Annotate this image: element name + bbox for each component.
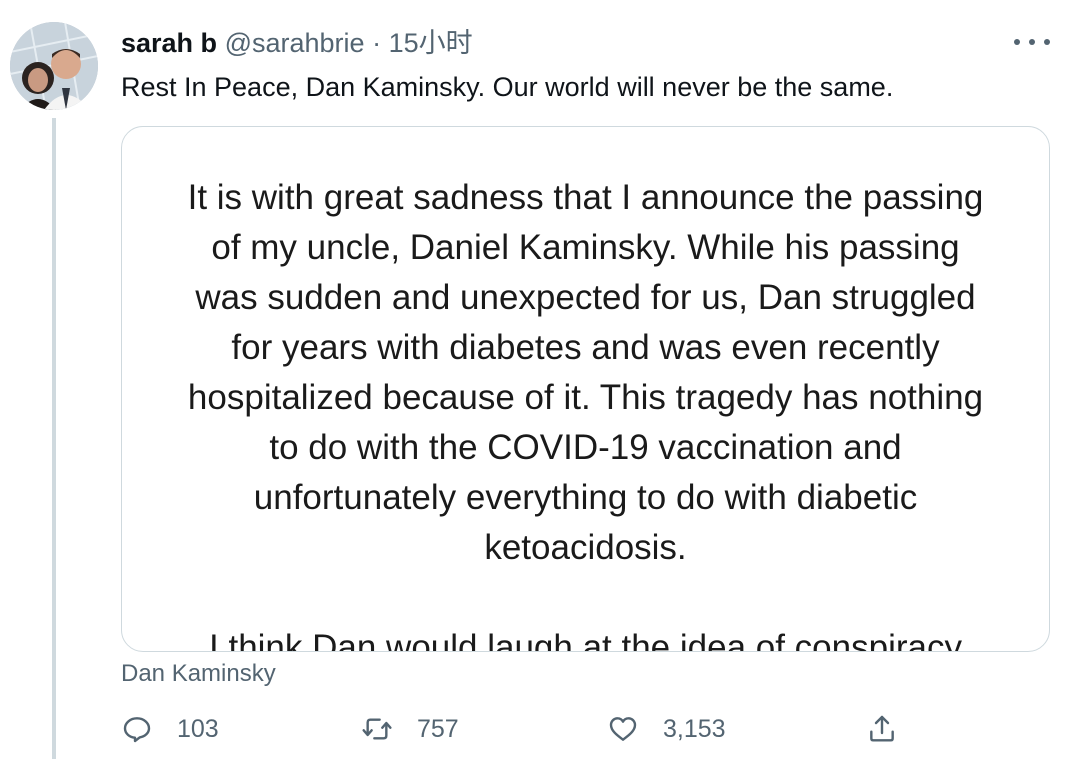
separator-dot: · (372, 28, 382, 58)
media-paragraph: It is with great sadness that I announce… (187, 178, 984, 567)
retweet-icon (362, 718, 392, 740)
more-dot (1044, 39, 1050, 45)
tweet-timestamp[interactable]: 15小时 (389, 28, 473, 58)
media-paragraph-partial: I think Dan would laugh at the idea of c… (209, 628, 962, 652)
avatar-photo (10, 22, 98, 110)
retweet-count: 757 (417, 714, 459, 743)
share-icon (870, 715, 894, 742)
reply-count: 103 (177, 714, 219, 743)
more-dot (1029, 39, 1035, 45)
reply-icon (123, 717, 151, 743)
like-button[interactable]: 3,153 (607, 706, 726, 752)
tweet: sarah b @sarahbrie · 15小时 Rest In Peace,… (0, 0, 1080, 759)
media-image-text: It is with great sadness that I announce… (122, 173, 1049, 652)
author-handle[interactable]: @sarahbrie (225, 28, 365, 58)
avatar[interactable] (10, 22, 98, 110)
like-count: 3,153 (663, 714, 726, 743)
tweet-header: sarah b @sarahbrie · 15小时 (121, 27, 473, 59)
reply-button[interactable]: 103 (121, 706, 219, 752)
thread-line (52, 118, 56, 759)
retweet-button[interactable]: 757 (361, 706, 459, 752)
tweet-actions: 103 757 3,153 (121, 706, 921, 752)
media-card[interactable]: It is with great sadness that I announce… (121, 126, 1050, 652)
share-button[interactable] (866, 706, 898, 752)
more-dot (1014, 39, 1020, 45)
heart-icon (609, 717, 637, 741)
tweet-text: Rest In Peace, Dan Kaminsky. Our world w… (121, 72, 894, 102)
author-name[interactable]: sarah b (121, 28, 217, 58)
more-icon[interactable] (1014, 28, 1050, 56)
media-caption: Dan Kaminsky (121, 660, 276, 687)
